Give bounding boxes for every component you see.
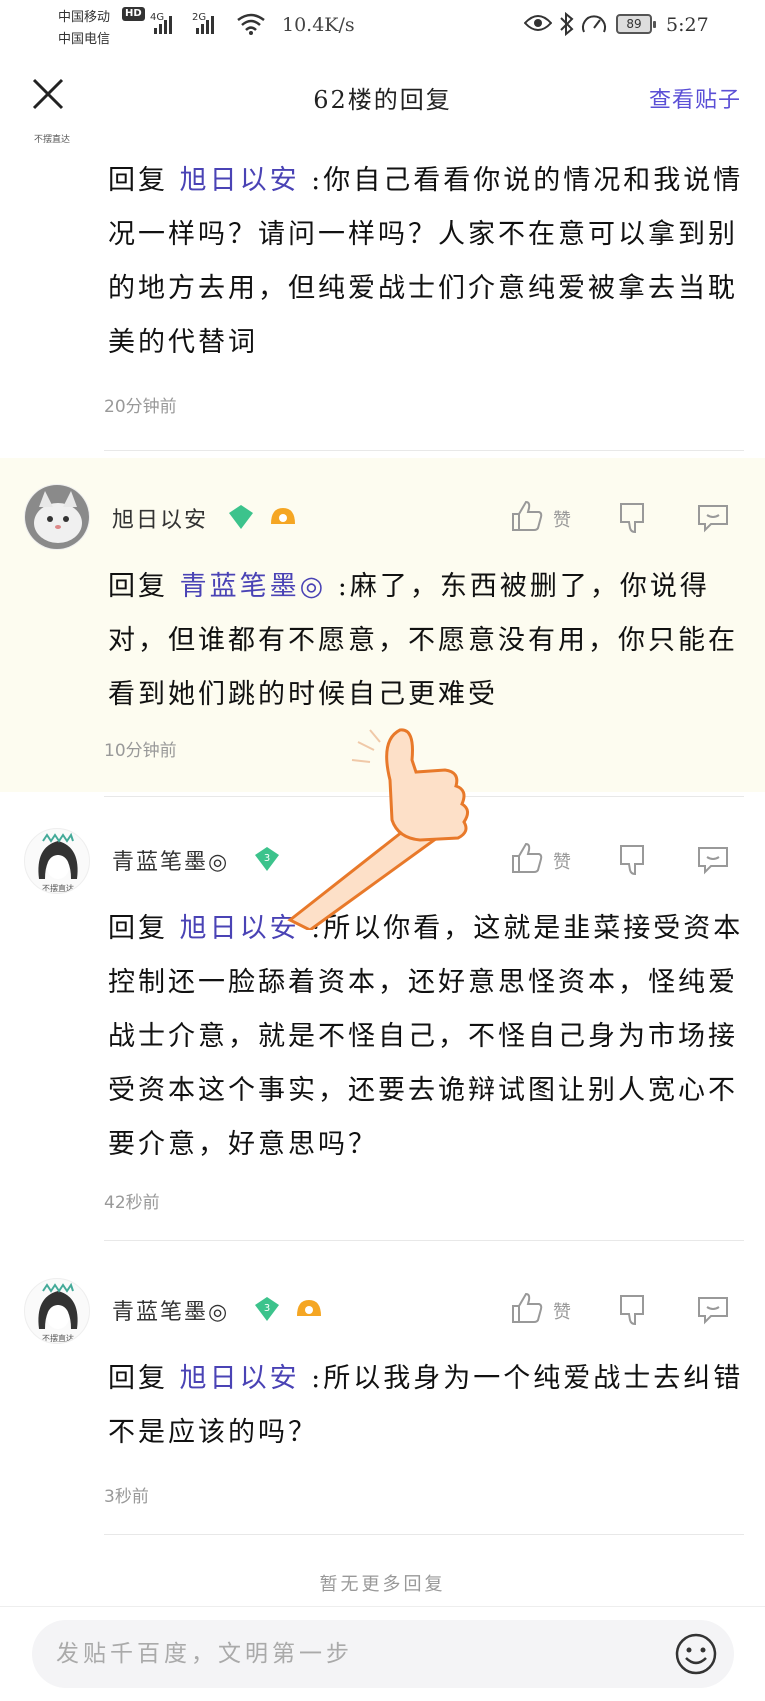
level-badge-icon: 3 <box>255 1297 279 1321</box>
partial-avatar: 不摆直达 <box>34 133 70 145</box>
reply-content: 回复 旭日以安 :你自己看看你说的情况和我说情况一样吗？请问一样吗？人家不在意可… <box>108 154 748 370</box>
eye-icon <box>524 15 552 31</box>
like-button[interactable]: 赞 <box>509 1290 589 1330</box>
thumbs-up-icon <box>512 1292 543 1323</box>
speedometer-icon <box>582 15 606 33</box>
svg-text:不摆直达: 不摆直达 <box>34 133 70 145</box>
reply-input[interactable] <box>56 1620 656 1688</box>
fan-badge-icon <box>297 1300 321 1316</box>
emoji-icon[interactable] <box>674 1632 718 1676</box>
divider <box>0 1606 765 1607</box>
signal-icon-2 <box>196 16 214 34</box>
wifi-icon <box>237 13 265 35</box>
comment-icon[interactable] <box>695 1290 731 1330</box>
cat-avatar-image <box>25 485 89 549</box>
level-badge-icon <box>229 505 253 529</box>
network-speed: 10.4K/s <box>282 14 355 36</box>
comment-icon[interactable] <box>695 840 731 880</box>
reply-prefix: 回复 <box>108 913 180 944</box>
divider <box>104 1534 744 1535</box>
thumbs-up-sticker-icon <box>287 728 469 930</box>
reply-time: 3秒前 <box>104 1487 149 1507</box>
battery-indicator: 89 <box>616 14 656 34</box>
carrier-1: 中国移动 <box>58 10 111 25</box>
reply-content: 回复 旭日以安 :所以我身为一个纯爱战士去纠错不是应该的吗？ <box>108 1352 748 1460</box>
svg-text:不摆直达: 不摆直达 <box>42 883 74 893</box>
hd-badge: HD <box>122 7 145 21</box>
reply-actions: 赞 <box>509 1290 739 1330</box>
reply-content: 回复 青蓝笔墨◎ :麻了，东西被删了，你说得对，但谁都有不愿意，不愿意没有用，你… <box>108 560 748 722</box>
thumbs-down-icon[interactable] <box>617 840 653 880</box>
reply-prefix: 回复 <box>108 1363 180 1394</box>
like-label: 赞 <box>553 852 571 873</box>
divider <box>104 450 744 451</box>
no-more-replies: 暂无更多回复 <box>319 1574 446 1595</box>
reply-actions: 赞 <box>509 498 739 538</box>
avatar[interactable]: 不摆直达 <box>24 828 90 894</box>
mention-link[interactable]: 旭日以安 <box>180 165 300 196</box>
reply-time: 42秒前 <box>104 1193 160 1213</box>
reply-item: 不摆直达 青蓝笔墨◎ 3 赞 回复 旭日以安 :所以我身为一个纯爱战士去纠错不是… <box>0 1250 765 1540</box>
username[interactable]: 青蓝笔墨◎ <box>112 1294 229 1326</box>
bluetooth-icon <box>560 12 574 36</box>
reply-item: 回复 旭日以安 :你自己看看你说的情况和我说情况一样吗？请问一样吗？人家不在意可… <box>0 150 765 451</box>
level-badge-icon: 3 <box>255 847 279 871</box>
avatar[interactable] <box>24 484 90 550</box>
reply-prefix: 回复 <box>108 165 180 196</box>
reply-content: 回复 旭日以安 :所以你看，这就是韭菜接受资本控制还一脸舔着资本，还好意思怪资本… <box>108 902 748 1172</box>
reply-time: 10分钟前 <box>104 741 177 761</box>
thumbs-down-icon[interactable] <box>617 1290 653 1330</box>
like-label: 赞 <box>553 510 571 531</box>
girl-avatar-image: 不摆直达 <box>25 829 89 893</box>
view-post-link[interactable]: 查看贴子 <box>649 82 741 114</box>
like-button[interactable]: 赞 <box>509 498 589 538</box>
reply-prefix: 回复 <box>108 571 180 602</box>
svg-text:不摆直达: 不摆直达 <box>42 1333 74 1343</box>
reply-text: :所以你看，这就是韭菜接受资本控制还一脸舔着资本，还好意思怪资本，怪纯爱战士介意… <box>108 913 744 1160</box>
carrier-2: 中国电信 <box>58 32 111 47</box>
thumbs-up-icon <box>512 500 543 531</box>
like-label: 赞 <box>553 1302 571 1323</box>
avatar[interactable]: 不摆直达 <box>24 1278 90 1344</box>
signal-icon <box>154 16 172 34</box>
status-bar: 中国移动 HD 中国电信 4G 2G 10.4K/s 89 5:27 <box>0 0 765 52</box>
like-button[interactable]: 赞 <box>509 840 589 880</box>
username[interactable]: 旭日以安 <box>112 502 208 534</box>
reply-time: 20分钟前 <box>104 397 177 417</box>
reply-input-bar <box>32 1620 734 1688</box>
comment-icon[interactable] <box>695 498 731 538</box>
username[interactable]: 青蓝笔墨◎ <box>112 844 229 876</box>
divider <box>104 1240 744 1241</box>
header: 62楼的回复 查看贴子 <box>0 60 765 132</box>
svg-text:3: 3 <box>264 853 270 864</box>
status-time: 5:27 <box>666 14 709 36</box>
reply-actions: 赞 <box>509 840 739 880</box>
thumbs-up-icon <box>512 842 543 873</box>
mention-link[interactable]: 青蓝笔墨◎ <box>180 571 327 602</box>
girl-avatar-image: 不摆直达 <box>25 1279 89 1343</box>
mention-link[interactable]: 旭日以安 <box>180 1363 300 1394</box>
fan-badge-icon <box>271 508 295 524</box>
thumbs-down-icon[interactable] <box>617 498 653 538</box>
svg-text:3: 3 <box>264 1303 270 1314</box>
